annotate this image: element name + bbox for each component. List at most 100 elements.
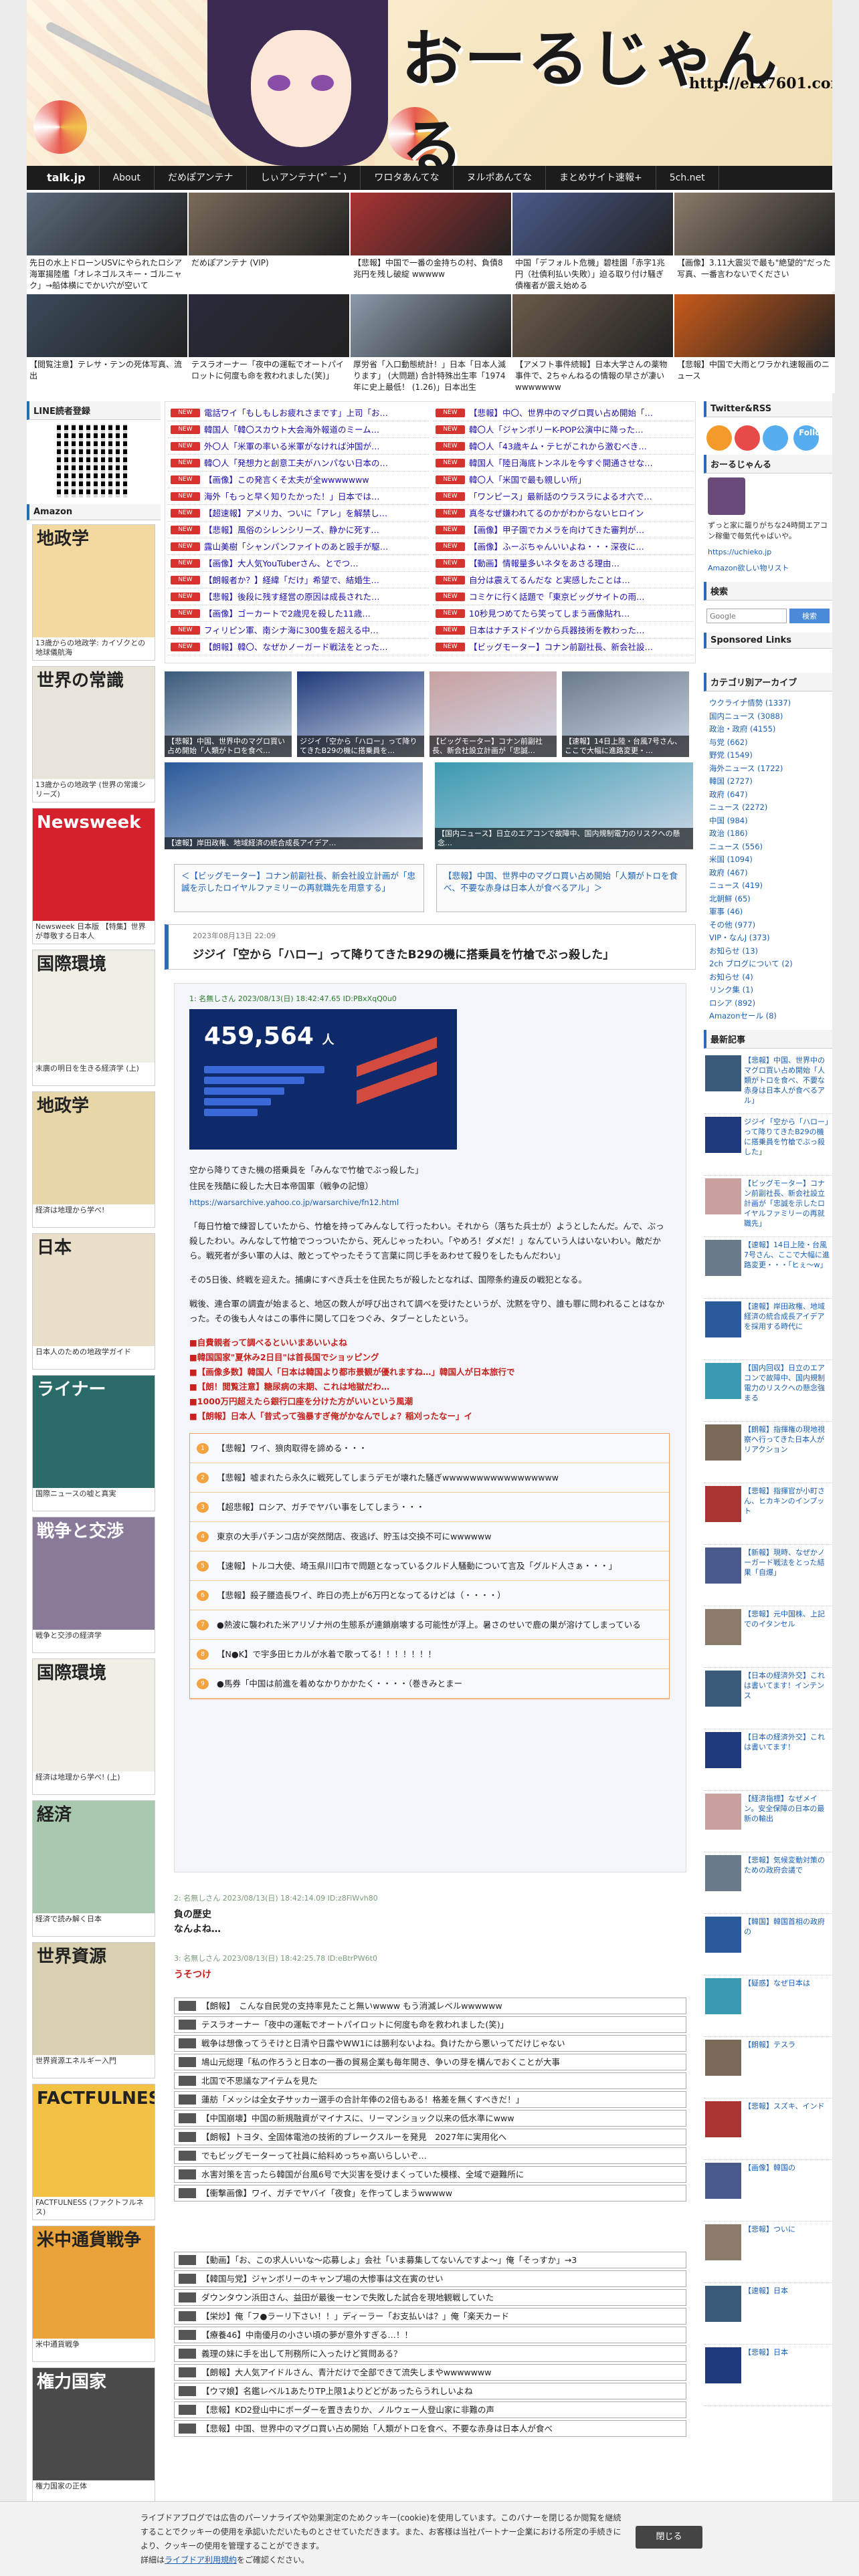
red-link[interactable]: ■自費親者って調べるといいまあいいよね (189, 1335, 671, 1350)
bottom-link[interactable]: 【衝撃画像】ワイ、ガチでヤバイ「夜食」を作ってしまうwwwww (174, 2185, 686, 2202)
about-url[interactable]: https://uchieko.jp (704, 544, 832, 560)
source-link[interactable]: https://warsarchive.yahoo.co.jp/warsarch… (189, 1195, 671, 1210)
bottom-link[interactable]: 戦争は想像ってうそけと日清や日露やWW1には勝利ないよね。負けたから悪いってだけ… (174, 2035, 686, 2052)
recent-item[interactable]: 【新報】現時、なぜかノーガード戦法をとった結果「自爆」 (704, 1545, 832, 1606)
related-item[interactable]: 4 東京の大手パチンコ店が突然閉店、夜逃げ、貯玉は交換不可にwwwwww (190, 1522, 669, 1551)
rss-item[interactable]: NEW 【ビッグモーター】コナン前副社長、新会社設… (433, 639, 694, 655)
red-link[interactable]: ■【朗！閲覧注意】糖尿病の末期、これは地獄だわ… (189, 1380, 671, 1394)
nav-item[interactable]: ヌルポあんてな (454, 166, 546, 190)
nav-item[interactable]: talk.jp (33, 166, 100, 190)
bottom-link[interactable]: 北国で不思議なアイテムを見た (174, 2072, 686, 2089)
amazon-book[interactable]: ライナー 国際ニュースの嘘と真実 (32, 1375, 155, 1511)
line-qr-code[interactable] (57, 424, 130, 498)
follow-button[interactable]: Follow (793, 425, 828, 451)
thumb-item[interactable]: 【悲報】中国で大雨とワラかれ速報画のニュース (674, 294, 835, 393)
rss-item[interactable]: NEW 日本はナチスドイツから兵器技術を教わった… (433, 622, 694, 639)
recent-item[interactable]: 【速報】14日上陸・台風7号さん、ここで大幅に進路変更・・・「ヒぇ～w」 (704, 1237, 832, 1299)
recent-item[interactable]: 【朗報】指揮権の現地視察へ行ってきた日本人がリアクション (704, 1422, 832, 1483)
nav-item[interactable]: About (100, 166, 155, 190)
pickup-item[interactable]: 【速報】14日上陸・台風7号さん、ここで大幅に進路変更・… (562, 671, 689, 757)
recent-item[interactable]: 【日本の経済外交】これは書いてます！インテンス (704, 1668, 832, 1729)
category-item[interactable]: ニュース (2272) (709, 801, 827, 815)
related-item[interactable]: 7 ●熱波に襲われた米アリゾナ州の生態系が連鎖崩壊する可能性が浮上。暑さのせいで鹿… (190, 1610, 669, 1640)
recent-item[interactable]: 【悲報】気候変動対策のための政府会議で (704, 1852, 832, 1914)
red-link[interactable]: ■【画像多数】韓国人「日本は韓国より都市景観が優れますね…」韓国人が日本旅行で (189, 1365, 671, 1380)
rss-item[interactable]: NEW 【動画】情報量多いネタをあさる理由… (433, 555, 694, 572)
category-item[interactable]: 政府 (467) (709, 867, 827, 880)
nav-item[interactable]: だめぽアンテナ (155, 166, 248, 190)
amazon-book[interactable]: 戦争と交渉 戦争と交渉の経済学 (32, 1517, 155, 1653)
pickup-item[interactable]: 【ビッグモーター】コナン前副社長、新会社設立計画が「忠誠… (430, 671, 557, 757)
recent-item[interactable]: 【悲報】元中国株、上記でのイタンセル (704, 1606, 832, 1668)
recent-item[interactable]: 【速報】日本 (704, 2283, 832, 2345)
related-item[interactable]: 5 【速報】トルコ大使、埼玉県川口市で問題となっているクルド人騒動について言及「グ… (190, 1551, 669, 1581)
rss-item[interactable]: NEW 【画像】大人気YouTuberさん、とでつ… (168, 555, 429, 572)
recent-item[interactable]: 【悲報】日本 (704, 2345, 832, 2406)
cookie-terms-link[interactable]: ライブドア利用規約 (165, 2555, 237, 2565)
recent-item[interactable]: 【画像】韓国の (704, 2160, 832, 2222)
amazon-book[interactable]: FACTFULNESS FACTFULNESS (ファクトフルネス) (32, 2084, 155, 2220)
rss-item[interactable]: NEW 電話ワイ「もしもしお疲れさまです」上司「お… (168, 405, 429, 421)
nav-item[interactable]: 5ch.net (656, 166, 719, 190)
amazon-book[interactable]: 地政学 経済は地理から学べ! (32, 1091, 155, 1228)
pickup-item[interactable]: 【速報】岸田政権、地域経済の統合成長アイデア… (165, 762, 423, 849)
search-button[interactable]: 検索 (789, 609, 830, 623)
recent-item[interactable]: 【ビッグモーター】コナン前副社長、新会社設立計画が「忠誠を示したロイヤルファミリ… (704, 1176, 832, 1237)
category-item[interactable]: 与党 (662) (709, 736, 827, 750)
amazon-book[interactable]: 地政学 13歳からの地政学: カイゾクとの地球儀航海 (32, 524, 155, 661)
rss-item[interactable]: NEW 【画像】この発言くそ太夫が全wwwwwww (168, 471, 429, 488)
red-link[interactable]: ■【朗報】日本人「昔式って強暴すぎ俺がかなんでしょ？稲刈ったなー」イ (189, 1409, 671, 1424)
recent-item[interactable]: 【日本の経済外交】これは書いてます！ (704, 1729, 832, 1791)
rss-item[interactable]: NEW 韓国人「韓〇スカウト大会海外報道のミーム… (168, 421, 429, 438)
rss-item[interactable]: NEW 【画像】甲子園でカメラを向けてきた審判が… (433, 522, 694, 538)
bottom-link[interactable]: でもビッグモーターって社員に給料めっちゃ高いらしいぞ… (174, 2147, 686, 2164)
red-link[interactable]: ■韓国国家"夏休み2日目"は首長国でショッピング (189, 1350, 671, 1365)
thumb-item[interactable]: 厚労省「入口動態統計！」日本「日本人減ります」 (大問題) 合計特殊出生率「19… (351, 294, 511, 393)
amazon-book[interactable]: Newsweek Newsweek 日本版 【特集】世界が尊敬する日本人 (32, 808, 155, 944)
rss-icon[interactable] (706, 425, 732, 451)
thumb-item[interactable]: テスラオーナー「夜中の運転でオートパイロットに何度も命を救われました(笑)」 (189, 294, 349, 393)
rss-item[interactable]: NEW 海外「もっと早く知りたかった！」日本では… (168, 488, 429, 505)
rss-item[interactable]: NEW 【画像】ゴーカートで2歳児を殺した11歳… (168, 605, 429, 622)
recent-item[interactable]: 【経済指標】なぜメイン。安全保障の日本の最新の輸出 (704, 1791, 832, 1852)
recent-item[interactable]: 【悲報】指揮官が小町さん、ヒカキンのインプット (704, 1483, 832, 1545)
category-item[interactable]: 北朝鮮 (65) (709, 893, 827, 906)
recent-item[interactable]: 【速報】岸田政権、地域経済の統合成長アイデアを採用する時代に (704, 1299, 832, 1360)
amazon-book[interactable]: 世界資源 世界資源エネルギー入門 (32, 1942, 155, 2078)
rss-item[interactable]: NEW コミケに行く話題で「東京ビッグサイトの雨… (433, 588, 694, 605)
amazon-wishlist-link[interactable]: Amazon欲しい物リスト (704, 560, 832, 576)
recent-item[interactable]: 【韓国】韓国首相の政府の (704, 1914, 832, 1975)
category-item[interactable]: 政治・政府 (4155) (709, 723, 827, 736)
recent-item[interactable]: 【悲報】中国、世界中のマグロ買い占め開始「人類がトロを食べ、不要な赤身は日本人が… (704, 1053, 832, 1114)
bottom-link[interactable]: 【朗報】 こんな自民党の支持率見たこと無いwwww もう消滅レベルwwwwww (174, 1998, 686, 2014)
recent-item[interactable]: 【国内回収】日立のエアコンで故障中、国内規制電力のリスクへの懸念強まる (704, 1360, 832, 1422)
rss-item[interactable]: NEW 【悲報】中〇、世界中のマグロ買い占め開始「… (433, 405, 694, 421)
bottom-link[interactable]: 【栄炒】俺「フ●ラーリ下さい！！」ディーラー「お支払いは？」俺「楽天カード (174, 2308, 686, 2325)
rss-item[interactable]: NEW 【超速報】アメリカ、ついに「アレ」を解禁し… (168, 505, 429, 522)
rss-item[interactable]: NEW フィリピン軍、南シナ海に300隻を超える中… (168, 622, 429, 639)
related-item[interactable]: 9 ●馬券「中国は前進を着めなかりかかたく・・・・（巻きみとまー (190, 1669, 669, 1699)
rss-item[interactable]: NEW 「ワンピース」最新話のウラスラによるオ六で… (433, 488, 694, 505)
recent-item[interactable]: 【悲報】ついに (704, 2222, 832, 2283)
next-article-link[interactable]: 【悲報】中国、世界中のマグロ買い占め開始「人類がトロを食べ、不要な赤身は日本人が… (436, 864, 686, 912)
pickup-item[interactable]: 【悲報】中国、世界中のマグロ買い占め開始「人類がトロを食べ… (165, 671, 292, 757)
rss-item[interactable]: NEW 韓〇人「43歳キム・テヒがこれから激むべき… (433, 438, 694, 455)
cookie-close-button[interactable]: 閉じる (636, 2526, 702, 2549)
related-item[interactable]: 1 【悲報】ワイ、狼肉取得を諦める・・・ (190, 1434, 669, 1463)
article-title[interactable]: ジジイ「空から「ハロー」って降りてきたB29の機に搭乗員を竹槍でぶっ殺した」 (193, 945, 614, 962)
rss-item[interactable]: NEW 露山美樹「シャンパンファイトのあと殴手が駆… (168, 538, 429, 555)
recent-item[interactable]: 【悲報】スズキ、インド (704, 2099, 832, 2160)
category-item[interactable]: リンク集 (1) (709, 984, 827, 997)
rss-item[interactable]: NEW 【画像】ふーぶちゃんいいよね・・・深夜に… (433, 538, 694, 555)
category-item[interactable]: 野党 (1549) (709, 749, 827, 762)
bottom-link[interactable]: 鳩山元総理「私の作ろうと日本の一番の貿易企業も毎年開き、争いの芽を構んでおくこと… (174, 2054, 686, 2070)
hatena-icon[interactable] (735, 425, 760, 451)
bottom-link[interactable]: 【悲報】KD2登山中にボーダーを置き去りか、ノルウェー人登山家に非難の声 (174, 2401, 686, 2418)
thumb-item[interactable]: だめぽアンテナ (VIP) (189, 193, 349, 292)
bottom-link[interactable]: 【悲報】中国、世界中のマグロ買い占め開始「人類がトロを食べ、不要な赤身は日本人が… (174, 2420, 686, 2437)
pickup-item[interactable]: 【国内ニュース】日立のエアコンで故障中、国内規制電力のリスクへの懸念… (435, 762, 693, 849)
related-item[interactable]: 8 【N●K】で宇多田ヒカルが水着で歌ってる！！！！！！！ (190, 1640, 669, 1669)
bottom-link[interactable]: 【動画】「お、この求人いいな～応募しよ」会社「いま募集してないんですよ～」俺「そ… (174, 2252, 686, 2268)
bottom-link[interactable]: 義理の妹に手を出して刑務所に入ったけど質問ある？ (174, 2345, 686, 2362)
related-item[interactable]: 2 【悲報】嘘まれたら永久に戦死してしまうデモが壊れた騒ぎwwwwwwwwwwww… (190, 1463, 669, 1493)
